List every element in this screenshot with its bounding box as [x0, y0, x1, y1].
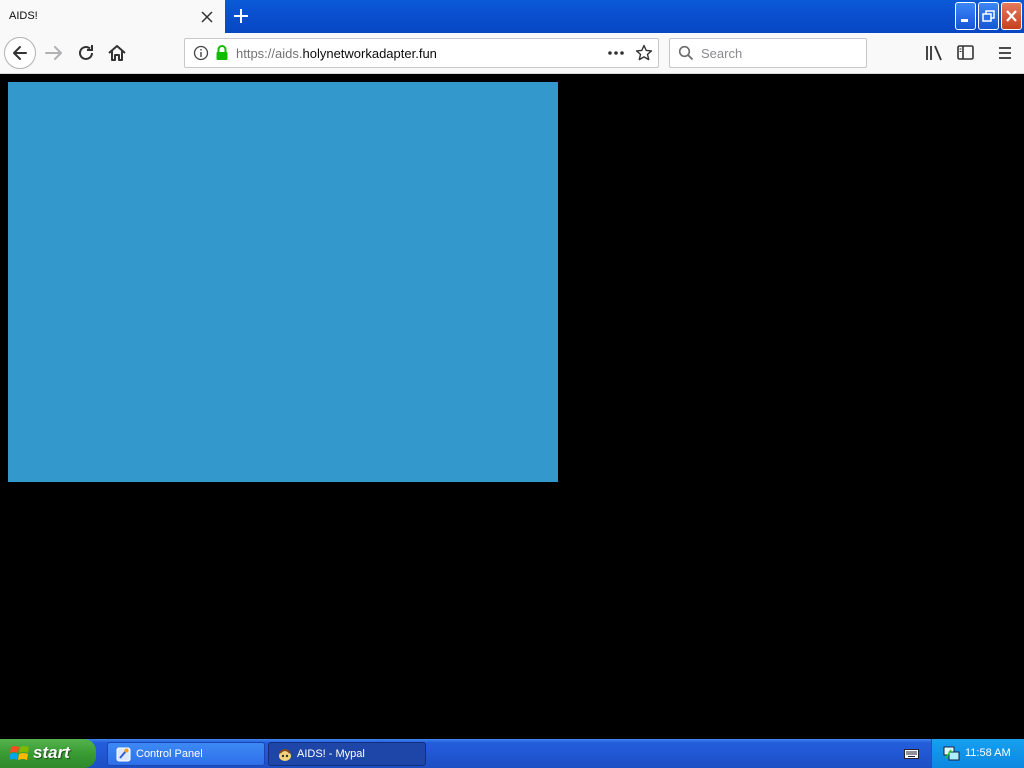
reload-button[interactable] [72, 39, 100, 67]
home-button[interactable] [103, 39, 131, 67]
library-icon[interactable] [924, 44, 944, 62]
taskbar: start Control Panel AIDS! - Mypal 11:58 … [0, 739, 1024, 768]
search-icon [678, 45, 694, 61]
windows-logo-icon [10, 746, 29, 760]
network-connection-icon[interactable] [943, 745, 961, 762]
start-button[interactable]: start [0, 739, 96, 768]
mypal-icon [279, 749, 291, 761]
back-button[interactable] [4, 37, 36, 69]
start-label: start [33, 743, 70, 762]
menu-hamburger-icon[interactable] [995, 44, 1015, 62]
blue-content-canvas[interactable] [8, 82, 558, 482]
browser-tab[interactable]: AIDS! [0, 0, 225, 33]
title-bar: AIDS! [0, 0, 1024, 33]
clock: 11:58 AM [965, 747, 1011, 759]
close-window-icon [1006, 10, 1017, 22]
page-actions-icon[interactable] [607, 46, 625, 60]
close-tab-icon[interactable] [199, 9, 215, 25]
keyboard-icon[interactable] [904, 747, 919, 760]
minimize-button[interactable] [955, 2, 976, 30]
sidebar-toggle-icon[interactable] [956, 44, 976, 62]
bookmark-star-icon[interactable] [635, 44, 653, 62]
tab-title: AIDS! [9, 10, 38, 22]
taskbar-label-control-panel: Control Panel [136, 748, 203, 760]
restore-button[interactable] [978, 2, 999, 30]
control-panel-icon [116, 747, 131, 762]
taskbar-button-control-panel[interactable]: Control Panel [107, 742, 265, 766]
secure-lock-icon[interactable] [214, 44, 230, 62]
back-arrow-icon [13, 46, 27, 60]
url-domain: holynetworkadapter.fun [302, 46, 437, 61]
navigation-toolbar: https://aids.holynetworkadapter.fun Sear… [0, 33, 1024, 74]
url-text[interactable]: https://aids.holynetworkadapter.fun [236, 46, 437, 61]
search-bar[interactable]: Search [669, 38, 867, 68]
minimize-icon [961, 19, 968, 22]
system-tray: 11:58 AM [931, 739, 1024, 768]
url-prefix: https://aids. [236, 46, 303, 61]
url-bar[interactable]: https://aids.holynetworkadapter.fun [184, 38, 659, 68]
restore-icon [982, 10, 995, 22]
site-info-icon[interactable] [193, 45, 209, 61]
taskbar-button-mypal[interactable]: AIDS! - Mypal [268, 742, 426, 766]
forward-button[interactable] [40, 39, 68, 67]
search-placeholder: Search [701, 46, 743, 61]
page-content [0, 74, 1024, 739]
taskbar-label-mypal: AIDS! - Mypal [297, 748, 365, 760]
close-window-button[interactable] [1001, 2, 1022, 30]
new-tab-icon[interactable] [231, 6, 251, 26]
